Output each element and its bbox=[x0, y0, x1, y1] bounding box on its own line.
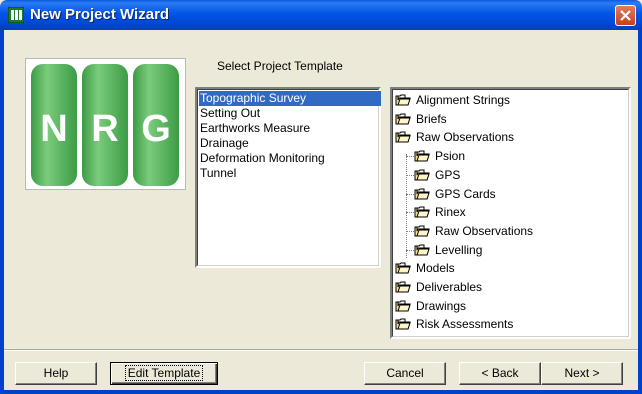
window-border-left bbox=[0, 30, 4, 394]
back-button[interactable]: < Back bbox=[459, 362, 541, 385]
tree-item-label: Psion bbox=[435, 149, 466, 164]
window-border-right bbox=[638, 30, 642, 394]
template-item[interactable]: Earthworks Measure bbox=[199, 121, 310, 136]
tree-connector bbox=[406, 193, 414, 195]
template-item[interactable]: Setting Out bbox=[199, 106, 260, 121]
tree-connector bbox=[406, 249, 414, 251]
tree-connector bbox=[406, 212, 414, 214]
tree-item-label: Drawings bbox=[416, 298, 467, 313]
tree-item-label: Raw Observations bbox=[435, 223, 534, 238]
folder-icon bbox=[395, 130, 411, 144]
template-list[interactable]: Topographic Survey Setting Out Earthwork… bbox=[195, 87, 381, 268]
next-button[interactable]: Next > bbox=[541, 362, 623, 385]
folder-icon bbox=[395, 317, 411, 331]
cancel-button[interactable]: Cancel bbox=[364, 362, 446, 385]
tree-connector bbox=[406, 230, 414, 232]
tree-connector bbox=[406, 174, 414, 176]
folder-icon bbox=[395, 280, 411, 294]
tree-item-label: Levelling bbox=[435, 242, 483, 257]
folder-icon bbox=[395, 299, 411, 313]
folder-icon bbox=[414, 149, 430, 163]
template-prompt: Select Project Template bbox=[217, 59, 343, 73]
logo-letter-n: N bbox=[40, 108, 67, 150]
close-button[interactable] bbox=[615, 5, 636, 26]
logo-letter-r: R bbox=[91, 108, 118, 150]
help-button[interactable]: Help bbox=[15, 362, 97, 385]
edit-template-button[interactable]: Edit Template bbox=[110, 362, 218, 385]
title-bar[interactable]: New Project Wizard bbox=[0, 0, 642, 30]
window-border-bottom bbox=[0, 390, 642, 394]
tree-item-label: Alignment Strings bbox=[416, 93, 511, 107]
template-item[interactable]: Deformation Monitoring bbox=[199, 151, 325, 166]
tree-item-label: Briefs bbox=[416, 111, 447, 126]
template-item[interactable]: Drainage bbox=[199, 136, 249, 151]
folder-icon bbox=[395, 261, 411, 275]
folder-tree[interactable]: Alignment Strings Briefs Raw Observations P… bbox=[390, 87, 631, 339]
nrg-logo: N R G bbox=[25, 58, 186, 190]
template-item[interactable]: Tunnel bbox=[199, 166, 236, 181]
tree-item-label: Deliverables bbox=[416, 280, 483, 294]
tree-item-label: Risk Assessments bbox=[416, 317, 514, 332]
folder-icon bbox=[414, 205, 430, 219]
window-title: New Project Wizard bbox=[30, 6, 170, 23]
folder-icon bbox=[414, 224, 430, 238]
tree-item-label: Rinex bbox=[435, 205, 466, 220]
tree-item-label: GPS bbox=[435, 167, 461, 182]
template-item[interactable]: Topographic Survey bbox=[199, 91, 381, 106]
folder-icon bbox=[395, 93, 411, 107]
folder-icon bbox=[414, 168, 430, 182]
tree-connector bbox=[406, 154, 407, 258]
close-icon bbox=[620, 10, 631, 21]
folder-icon bbox=[395, 112, 411, 126]
folder-icon bbox=[414, 243, 430, 257]
tree-connector bbox=[406, 156, 414, 158]
button-separator bbox=[4, 349, 638, 351]
tree-item-label: Models bbox=[416, 261, 455, 276]
tree-item-label: GPS Cards bbox=[435, 186, 496, 201]
folder-icon bbox=[414, 187, 430, 201]
wizard-window: New Project Wizard N R G Select Project … bbox=[0, 0, 642, 394]
tree-item-label: Raw Observations bbox=[416, 130, 515, 145]
nrg-app-icon bbox=[8, 7, 24, 23]
logo-letter-g: G bbox=[141, 108, 171, 150]
